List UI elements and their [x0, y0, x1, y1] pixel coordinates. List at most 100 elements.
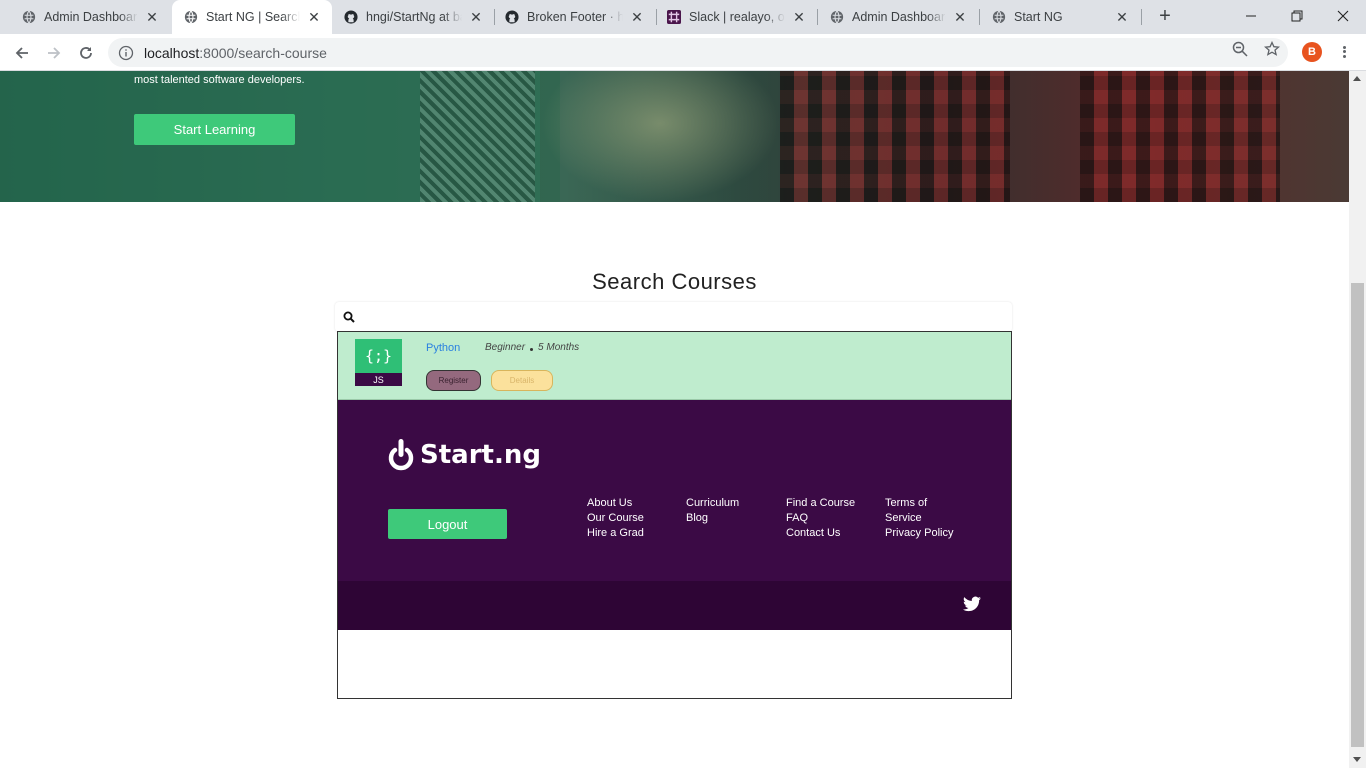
- github-icon: [505, 10, 519, 24]
- footer-link-hire-a-grad[interactable]: Hire a Grad: [587, 526, 644, 541]
- tab-label: Broken Footer · hn: [527, 10, 623, 24]
- footer-link-find-a-course[interactable]: Find a Course: [786, 496, 855, 511]
- course-meta: Beginner 5 Months: [485, 342, 579, 353]
- browser-toolbar: localhost:8000/search-course B: [0, 34, 1366, 71]
- footer-link-terms-of-service-cont[interactable]: Service: [885, 511, 953, 526]
- footer-brand: Start.ng: [420, 440, 541, 470]
- page-viewport: most talented software developers. Start…: [0, 71, 1349, 768]
- tab-start-ng[interactable]: Start NG ✕: [980, 0, 1140, 34]
- tab-admin-dashboard-2[interactable]: Admin Dashboard ✕: [818, 0, 978, 34]
- tab-label: Start NG: [1014, 10, 1063, 24]
- hero-tagline: most talented software developers.: [134, 74, 305, 86]
- hero-banner: most talented software developers. Start…: [0, 71, 1349, 202]
- footer-logo[interactable]: Start.ng: [388, 437, 541, 473]
- footer-link-faq[interactable]: FAQ: [786, 511, 855, 526]
- footer-link-privacy-policy[interactable]: Privacy Policy: [885, 526, 953, 541]
- reload-button[interactable]: [72, 39, 100, 67]
- close-icon: [1337, 10, 1349, 22]
- tab-label: Slack | realayo, oye: [689, 10, 785, 24]
- minimize-icon: [1246, 15, 1256, 17]
- close-icon[interactable]: ✕: [1114, 9, 1130, 25]
- slack-icon: [667, 10, 681, 24]
- close-icon[interactable]: ✕: [791, 9, 807, 25]
- address-bar[interactable]: localhost:8000/search-course: [108, 38, 1288, 67]
- start-learning-button[interactable]: Start Learning: [134, 114, 295, 145]
- new-tab-button[interactable]: +: [1153, 5, 1177, 29]
- scroll-down-arrow[interactable]: [1353, 757, 1361, 762]
- search-bar[interactable]: [335, 302, 1012, 332]
- scrollbar-thumb[interactable]: [1351, 283, 1364, 747]
- footer-column: Find a Course FAQ Contact Us: [786, 496, 855, 541]
- course-logo-caption: JS: [355, 373, 402, 386]
- arrow-right-icon: [48, 47, 61, 59]
- hero-photo-detail: [1080, 71, 1280, 202]
- tab-divider: [494, 9, 495, 25]
- footer-link-contact-us[interactable]: Contact Us: [786, 526, 855, 541]
- close-icon[interactable]: ✕: [144, 9, 160, 25]
- footer-column: Curriculum Blog: [686, 496, 739, 526]
- tab-broken-footer[interactable]: Broken Footer · hn ✕: [495, 0, 655, 34]
- register-button[interactable]: Register: [426, 370, 481, 391]
- url-host: localhost: [144, 44, 200, 61]
- browser-tab-strip: Admin Dashboard ✕ Start NG | Search ✕ hn…: [0, 0, 1366, 34]
- hero-photo-detail: [540, 71, 780, 202]
- profile-avatar[interactable]: B: [1302, 42, 1322, 62]
- close-icon[interactable]: ✕: [952, 9, 968, 25]
- page-title: Search Courses: [592, 269, 757, 294]
- arrow-left-icon: [15, 47, 28, 59]
- globe-icon: [184, 10, 198, 24]
- footer-link-about-us[interactable]: About Us: [587, 496, 644, 511]
- footer-column: Terms of Service Privacy Policy: [885, 496, 953, 541]
- info-icon[interactable]: [118, 45, 134, 61]
- course-level: Beginner: [485, 342, 526, 353]
- footer-bottom-bar: [338, 581, 1011, 630]
- course-name-link[interactable]: Python: [426, 342, 460, 354]
- course-card: {;} JS Python Beginner 5 Months Register…: [338, 332, 1011, 400]
- course-duration: 5 Months: [538, 342, 580, 353]
- minimize-button[interactable]: [1228, 0, 1274, 32]
- close-icon[interactable]: ✕: [468, 9, 484, 25]
- tab-divider: [656, 9, 657, 25]
- tab-divider: [817, 9, 818, 25]
- reload-icon: [80, 47, 92, 59]
- tab-label: Admin Dashboard: [852, 10, 946, 24]
- footer-link-curriculum[interactable]: Curriculum: [686, 496, 739, 511]
- restore-button[interactable]: [1274, 0, 1320, 32]
- scroll-up-arrow[interactable]: [1353, 76, 1361, 81]
- tab-label: Start NG | Search: [206, 10, 300, 24]
- github-icon: [344, 10, 358, 24]
- details-button[interactable]: Details: [491, 370, 553, 391]
- hero-photo-detail: [780, 71, 1010, 202]
- close-icon[interactable]: ✕: [629, 9, 645, 25]
- site-footer: Start.ng Logout About Us Our Course Hire…: [338, 400, 1011, 581]
- back-button[interactable]: [8, 39, 36, 67]
- search-input[interactable]: [361, 306, 1001, 328]
- footer-link-terms-of-service[interactable]: Terms of: [885, 496, 953, 511]
- tab-admin-dashboard[interactable]: Admin Dashboard ✕: [0, 0, 170, 34]
- tab-divider: [979, 9, 980, 25]
- course-logo-symbol: {;}: [355, 339, 402, 373]
- globe-icon: [22, 10, 36, 24]
- tab-label: hngi/StartNg at ba: [366, 10, 462, 24]
- footer-link-blog[interactable]: Blog: [686, 511, 739, 526]
- separator-dot: [530, 348, 534, 351]
- tab-start-ng-search[interactable]: Start NG | Search ✕: [172, 0, 332, 34]
- forward-button[interactable]: [40, 39, 68, 67]
- footer-link-our-course[interactable]: Our Course: [587, 511, 644, 526]
- footer-column: About Us Our Course Hire a Grad: [587, 496, 644, 541]
- globe-icon: [992, 10, 1006, 24]
- page-scrollbar[interactable]: [1349, 71, 1366, 768]
- logout-button[interactable]: Logout: [388, 509, 507, 539]
- tab-github-startng[interactable]: hngi/StartNg at ba ✕: [334, 0, 494, 34]
- window-close-button[interactable]: [1320, 0, 1366, 32]
- search-icon: [343, 311, 355, 323]
- bookmark-button[interactable]: [1262, 39, 1282, 59]
- url-path: :8000/search-course: [199, 44, 327, 61]
- tab-divider: [1141, 9, 1142, 25]
- course-logo: {;} JS: [355, 339, 402, 386]
- tab-slack[interactable]: Slack | realayo, oye ✕: [657, 0, 817, 34]
- browser-menu-icon[interactable]: [1336, 42, 1352, 62]
- zoom-button[interactable]: [1230, 39, 1250, 59]
- twitter-icon[interactable]: [963, 596, 981, 612]
- close-icon[interactable]: ✕: [306, 9, 322, 25]
